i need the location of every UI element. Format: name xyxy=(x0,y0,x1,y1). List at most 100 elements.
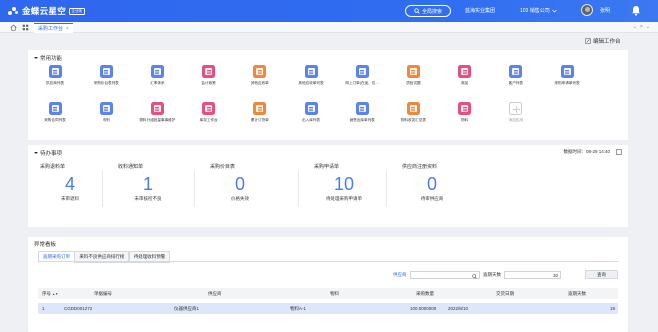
function-item[interactable]: 其他应收单列表 xyxy=(286,65,336,86)
document-list-icon xyxy=(99,65,113,78)
function-label: 采购价目表列表 xyxy=(93,81,119,85)
close-icon[interactable]: × xyxy=(640,24,643,30)
exception-board-panel: 异常看板 逾期采购订单 来料不良供应商排行榜 待处理收料预警 供应商 逾期天数 … xyxy=(28,237,628,332)
function-label: 采购申请单列表 xyxy=(554,81,580,85)
document-list-icon xyxy=(406,65,420,78)
function-label: 物料收发汇总表 xyxy=(400,118,426,122)
avatar[interactable] xyxy=(581,4,593,16)
todo-item-count[interactable]: 4 xyxy=(40,175,100,193)
todo-item-subtitle: 价格失效 xyxy=(231,196,249,201)
app-grid-icon[interactable] xyxy=(22,24,29,31)
supplier-filter-label: 供应商 xyxy=(393,272,407,277)
home-icon[interactable] xyxy=(10,24,17,31)
document-list-icon xyxy=(150,102,164,115)
data-time: 数据时间：08-29 14:40 xyxy=(563,149,610,154)
document-list-icon xyxy=(202,65,216,78)
function-item[interactable]: 库存工作台 xyxy=(184,102,234,123)
function-label: 网上订单(在途、仅… xyxy=(345,81,379,85)
col-material[interactable]: 物料 xyxy=(330,288,339,299)
document-list-icon xyxy=(304,65,318,78)
todo-item-title: 收料通知单 xyxy=(118,164,144,170)
function-item[interactable]: 网上订单(在途、仅… xyxy=(337,65,387,86)
supplier-input[interactable] xyxy=(409,271,480,279)
function-item[interactable]: 累计订货单 xyxy=(235,102,285,123)
cell-overdue-days: 19 xyxy=(610,306,616,311)
company-selector[interactable]: 103 销售公司 xyxy=(520,7,557,14)
function-item[interactable]: 销售出库单列表 xyxy=(337,102,387,123)
todo-item[interactable]: 供应商注册资料 0 待审供应商 xyxy=(402,163,502,202)
function-item[interactable]: 币别 xyxy=(81,102,131,123)
top-bar: 金蝶云星空 企业版 全局搜索 蓝海实业集团 103 销售公司 张明 xyxy=(0,0,658,22)
org-selector[interactable]: 蓝海实业集团 xyxy=(465,7,495,14)
common-functions-header[interactable]: 常用功能 xyxy=(34,54,62,62)
todo-item[interactable]: 收料通知单 1 未审核检不良 xyxy=(118,163,218,202)
function-item[interactable]: 会计政策 xyxy=(184,65,234,86)
function-item[interactable]: 物料分组批量事事维护 xyxy=(132,102,182,123)
cell-material: 物料A-1 xyxy=(290,306,307,311)
function-item[interactable]: 出入库列表 xyxy=(286,102,336,123)
function-item[interactable]: 采购价目表列表 xyxy=(81,65,131,86)
function-item[interactable]: 质检试题 xyxy=(388,65,438,86)
todo-item-count[interactable]: 0 xyxy=(210,175,270,193)
table-row[interactable]: 1 CGDD001272 仪器供应商1 物料A-1 100.0000000 20… xyxy=(38,303,618,314)
document-list-icon xyxy=(355,65,369,78)
add-app-button[interactable]: 添加应用 xyxy=(491,102,541,123)
tab-purchase-workbench[interactable]: 采购工作台 × xyxy=(34,23,73,33)
supplier-filter: 供应商 xyxy=(393,271,480,279)
col-bill-no[interactable]: 单据编号 xyxy=(94,288,112,299)
edition-badge: 企业版 xyxy=(69,7,85,15)
todo-header[interactable]: 待办事项 xyxy=(34,149,62,157)
chevron-down-icon xyxy=(551,9,557,12)
tab-strip: 采购工作台 × ⌄ × ⌄ xyxy=(0,22,658,33)
function-item[interactable]: 物料 xyxy=(440,102,490,123)
cell-bill-no[interactable]: CGDD001272 xyxy=(64,303,92,314)
function-item[interactable]: 商品 xyxy=(440,65,490,86)
query-button[interactable]: 查询 xyxy=(585,270,618,279)
col-overdue-days[interactable]: 逾期天数 xyxy=(568,288,586,299)
overdue-days-input[interactable]: 30 xyxy=(504,271,561,279)
tab-divider xyxy=(38,261,618,262)
function-item[interactable]: 客户列表 xyxy=(491,65,541,86)
todo-item[interactable]: 采购申请单 10 待处理采购申请单 xyxy=(314,163,414,202)
todo-item-count[interactable]: 1 xyxy=(118,175,178,193)
edit-workbench-label: 编辑工作台 xyxy=(593,39,621,45)
bell-icon[interactable] xyxy=(631,5,641,16)
function-item[interactable]: 采购申请单列表 xyxy=(542,65,592,86)
todo-item-count[interactable]: 10 xyxy=(314,175,374,193)
cell-delivery-date: 2022/8/10 xyxy=(448,306,469,311)
search-icon xyxy=(414,8,420,14)
col-index[interactable]: 序号 ▲▼ xyxy=(42,288,58,299)
document-list-icon xyxy=(458,102,472,115)
edit-workbench-button[interactable]: 编辑工作台 xyxy=(585,37,621,45)
cell-index: 1 xyxy=(42,306,45,311)
function-label: 汇率体系 xyxy=(150,81,165,85)
chevron-down-icon[interactable]: ⌄ xyxy=(646,24,650,30)
common-functions-panel: 常用功能 供应商列表 采购价目表列表 汇率体系 会计政策 其他应收单 其他应收单列表 网上订… xyxy=(28,50,628,140)
todo-item[interactable]: 采购价目表 0 价格失效 xyxy=(210,163,310,202)
col-supplier[interactable]: 供应商 xyxy=(208,288,222,299)
function-label: 采购合同列表 xyxy=(44,118,66,122)
function-item[interactable]: 物料收发汇总表 xyxy=(388,102,438,123)
user-name[interactable]: 张明 xyxy=(600,7,610,14)
document-list-icon xyxy=(150,65,164,78)
chevron-down-icon[interactable]: ⌄ xyxy=(633,24,637,30)
function-item[interactable]: 采购合同列表 xyxy=(30,102,80,123)
search-icon[interactable] xyxy=(471,273,477,279)
fullscreen-icon[interactable] xyxy=(616,149,622,155)
close-icon[interactable]: × xyxy=(66,26,69,32)
function-item[interactable]: 供应商列表 xyxy=(30,65,80,86)
todo-divider xyxy=(102,171,103,207)
function-label: 质检试题 xyxy=(406,81,421,85)
document-list-icon xyxy=(253,102,267,115)
edit-icon xyxy=(585,38,591,44)
function-item[interactable]: 其他应收单 xyxy=(235,65,285,86)
todo-item-subtitle: 未审退料 xyxy=(61,196,79,201)
document-list-icon xyxy=(48,65,62,78)
document-list-icon xyxy=(355,102,369,115)
function-item[interactable]: 汇率体系 xyxy=(132,65,182,86)
global-search-button[interactable]: 全局搜索 xyxy=(405,5,451,17)
col-qty[interactable]: 采购数量 xyxy=(416,288,434,299)
brand-logo[interactable]: 金蝶云星空 企业版 xyxy=(8,5,85,17)
todo-item-count[interactable]: 0 xyxy=(402,175,462,193)
col-delivery-date[interactable]: 交货日期 xyxy=(496,288,514,299)
